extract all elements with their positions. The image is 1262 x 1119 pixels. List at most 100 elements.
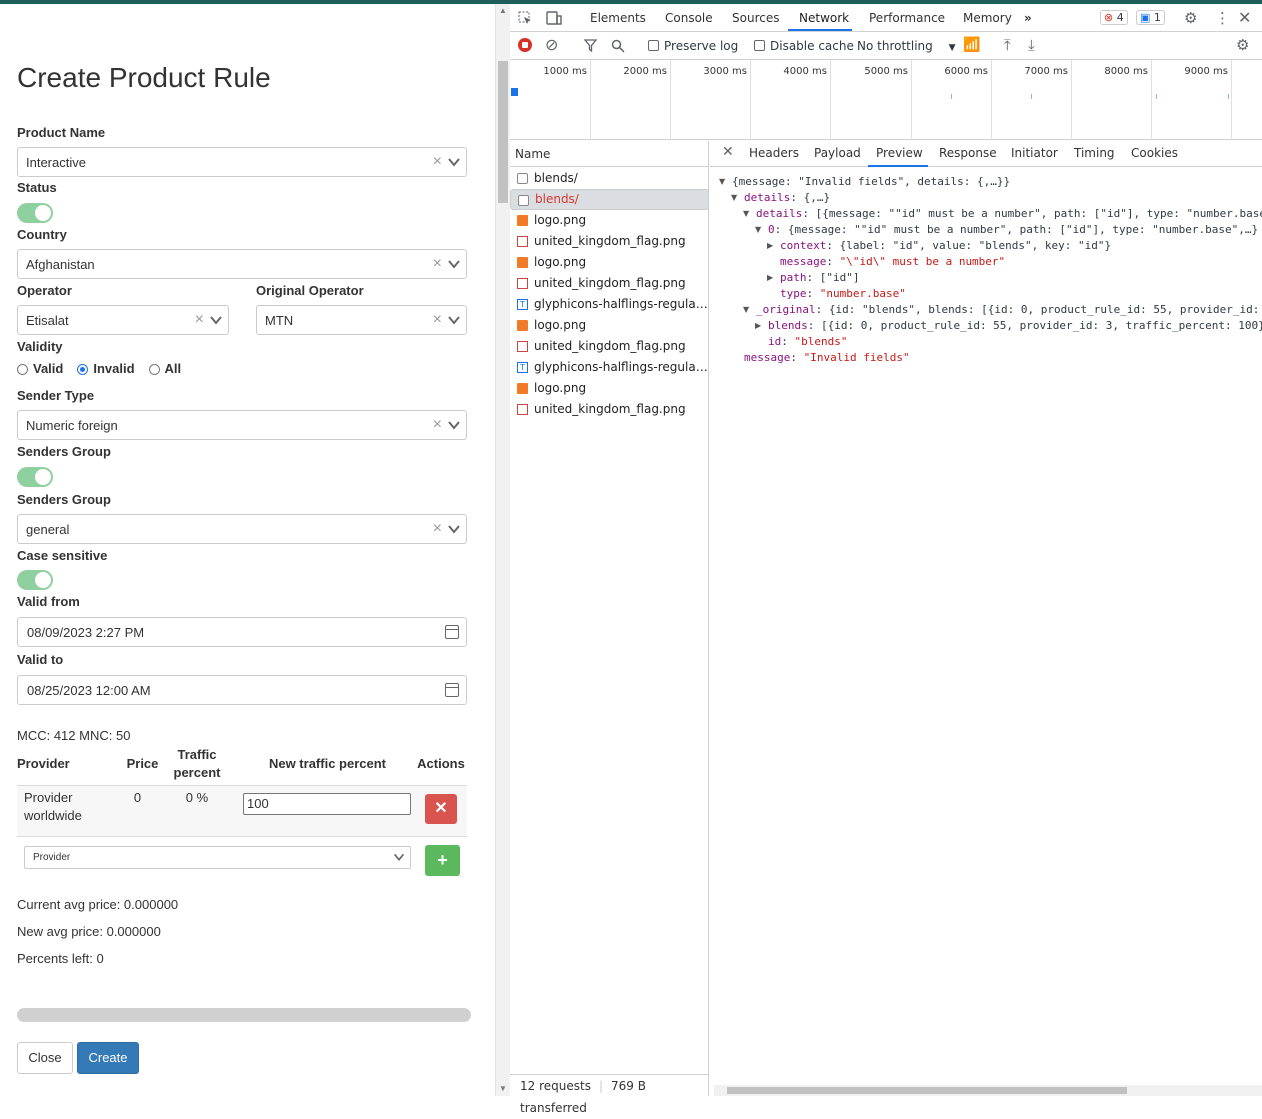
preview-message[interactable]: message: "\"id\" must be a number": [780, 254, 1005, 270]
tab-response[interactable]: Response: [939, 146, 997, 160]
clear-icon[interactable]: ×: [433, 521, 442, 537]
status-toggle[interactable]: [17, 203, 53, 223]
filter-icon[interactable]: [584, 39, 597, 52]
device-toolbar-icon[interactable]: [546, 11, 562, 25]
new-traffic-input[interactable]: 100: [243, 793, 411, 815]
tab-cookies[interactable]: Cookies: [1131, 146, 1178, 160]
request-row[interactable]: logo.png: [510, 315, 709, 336]
message-badge[interactable]: ▣ 1: [1136, 10, 1165, 25]
request-row[interactable]: logo.png: [510, 210, 709, 231]
tab-headers[interactable]: Headers: [749, 146, 799, 160]
error-badge[interactable]: ⊗ 4: [1100, 10, 1128, 25]
request-row[interactable]: logo.png: [510, 252, 709, 273]
tab-payload[interactable]: Payload: [814, 146, 861, 160]
more-tabs-icon[interactable]: »: [1024, 11, 1032, 25]
tab-initiator[interactable]: Initiator: [1011, 146, 1058, 160]
clear-icon[interactable]: ×: [433, 417, 442, 433]
country-select[interactable]: Afghanistan ×: [17, 249, 467, 279]
collapsed-triangle-icon[interactable]: ▶: [755, 321, 761, 330]
chevron-down-icon[interactable]: [446, 256, 462, 272]
request-row[interactable]: united_kingdom_flag.png: [510, 336, 709, 357]
clear-icon[interactable]: ×: [433, 154, 442, 170]
chevron-down-icon[interactable]: [446, 521, 462, 537]
operator-select[interactable]: Etisalat ×: [17, 305, 229, 335]
expanded-triangle-icon[interactable]: ▼: [731, 193, 737, 202]
request-row[interactable]: Tglyphicons-halflings-regular....: [510, 294, 709, 315]
create-button[interactable]: Create: [77, 1042, 139, 1074]
tab-elements[interactable]: Elements: [590, 11, 646, 25]
senders-group-toggle[interactable]: [17, 467, 53, 487]
name-column-header[interactable]: Name: [510, 141, 709, 167]
preview-context[interactable]: context: {label: "id", value: "blends", …: [780, 238, 1111, 254]
scrollbar-thumb[interactable]: [727, 1087, 1127, 1094]
request-row[interactable]: united_kingdom_flag.png: [510, 273, 709, 294]
chevron-down-icon[interactable]: [446, 312, 462, 328]
request-row[interactable]: united_kingdom_flag.png: [510, 399, 709, 420]
preserve-log-checkbox[interactable]: Preserve log: [648, 39, 738, 53]
preview-root[interactable]: {message: "Invalid fields", details: {,……: [732, 174, 1010, 190]
chevron-down-icon[interactable]: [446, 417, 462, 433]
valid-from-input[interactable]: 08/09/2023 2:27 PM: [17, 617, 467, 647]
chevron-down-icon[interactable]: [208, 312, 224, 328]
record-stop-icon[interactable]: [518, 38, 532, 52]
preview-root-message[interactable]: message: "Invalid fields": [744, 350, 910, 366]
chevron-down-icon[interactable]: [392, 850, 406, 864]
throttling-select[interactable]: No throttling ▼: [857, 39, 956, 53]
disable-cache-checkbox[interactable]: Disable cache: [754, 39, 854, 53]
preview-horizontal-scrollbar[interactable]: [714, 1085, 1262, 1096]
export-har-icon[interactable]: ⤓: [1028, 36, 1035, 54]
provider-select[interactable]: Provider: [24, 846, 411, 869]
expanded-triangle-icon[interactable]: ▼: [719, 177, 725, 186]
tab-console[interactable]: Console: [665, 11, 713, 25]
expanded-triangle-icon[interactable]: ▼: [743, 209, 749, 218]
calendar-icon[interactable]: [445, 625, 459, 639]
senders-group-select[interactable]: general ×: [17, 514, 467, 544]
close-detail-icon[interactable]: ✕: [722, 144, 734, 160]
preview-path[interactable]: path: ["id"]: [780, 270, 860, 286]
tab-preview[interactable]: Preview: [876, 146, 923, 160]
case-sensitive-toggle[interactable]: [17, 570, 53, 590]
expanded-triangle-icon[interactable]: ▼: [755, 225, 761, 234]
search-icon[interactable]: [611, 39, 625, 53]
request-row[interactable]: logo.png: [510, 378, 709, 399]
expanded-triangle-icon[interactable]: ▼: [743, 305, 749, 314]
close-devtools-icon[interactable]: ✕: [1238, 8, 1251, 27]
valid-to-input[interactable]: 08/25/2023 12:00 AM: [17, 675, 467, 705]
validity-all-radio[interactable]: [148, 364, 160, 375]
request-row[interactable]: blends/: [510, 189, 709, 210]
clear-log-icon[interactable]: ⊘: [545, 35, 558, 54]
preview-blends[interactable]: blends: [{id: 0, product_rule_id: 55, pr…: [768, 318, 1262, 334]
tab-sources[interactable]: Sources: [732, 11, 779, 25]
product-name-select[interactable]: Interactive ×: [17, 147, 467, 177]
timeline-overview[interactable]: 1000 ms 2000 ms 3000 ms 4000 ms 5000 ms …: [510, 60, 1262, 140]
validity-invalid-radio[interactable]: [77, 364, 89, 375]
request-row[interactable]: united_kingdom_flag.png: [510, 231, 709, 252]
clear-icon[interactable]: ×: [433, 312, 442, 328]
form-scrollbar[interactable]: ▲ ▼: [495, 4, 510, 1096]
more-options-icon[interactable]: ⋮: [1215, 9, 1230, 27]
chevron-down-icon[interactable]: [446, 154, 462, 170]
network-settings-icon[interactable]: ⚙: [1236, 36, 1249, 54]
calendar-icon[interactable]: [445, 683, 459, 697]
request-row[interactable]: blends/: [510, 168, 709, 189]
scroll-down-icon[interactable]: ▼: [499, 1084, 507, 1093]
tab-memory[interactable]: Memory: [963, 11, 1012, 25]
clear-icon[interactable]: ×: [433, 256, 442, 272]
tab-performance[interactable]: Performance: [869, 11, 945, 25]
delete-row-button[interactable]: ✕: [425, 794, 457, 824]
inspect-element-icon[interactable]: [518, 11, 532, 25]
clear-icon[interactable]: ×: [195, 312, 204, 328]
preview-item-0[interactable]: 0: {message: ""id" must be a number", pa…: [768, 222, 1258, 238]
scrollbar-thumb[interactable]: [498, 61, 508, 203]
preview-type[interactable]: type: "number.base": [780, 286, 906, 302]
original-operator-select[interactable]: MTN ×: [256, 305, 467, 335]
import-har-icon[interactable]: ⤒: [1004, 36, 1011, 54]
settings-gear-icon[interactable]: ⚙: [1184, 9, 1197, 27]
preview-details-array[interactable]: details: [{message: ""id" must be a numb…: [756, 206, 1262, 222]
preview-id[interactable]: id: "blends": [768, 334, 847, 350]
tab-timing[interactable]: Timing: [1074, 146, 1115, 160]
preview-original[interactable]: _original: {id: "blends", blends: [{id: …: [756, 302, 1259, 318]
close-button[interactable]: Close: [17, 1042, 73, 1074]
sender-type-select[interactable]: Numeric foreign ×: [17, 410, 467, 440]
tab-network[interactable]: Network: [799, 11, 849, 25]
